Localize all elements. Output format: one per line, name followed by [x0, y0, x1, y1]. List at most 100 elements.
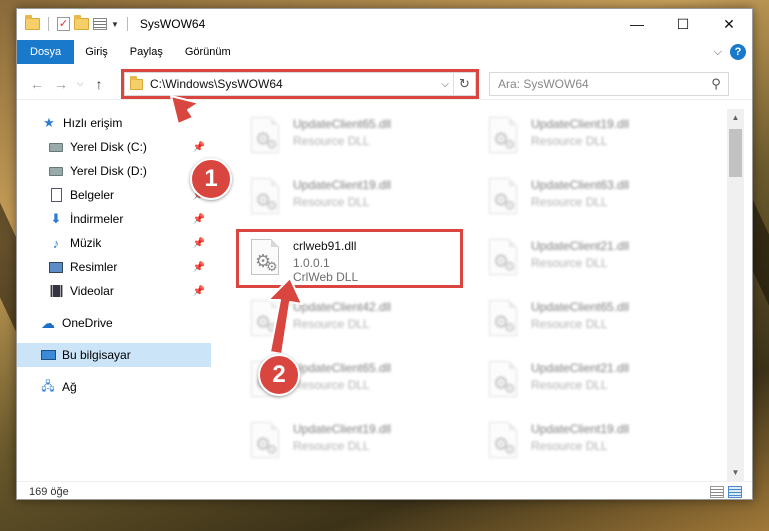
pictures-icon: [48, 260, 64, 274]
file-name: UpdateClient19.dll: [293, 422, 392, 436]
tab-file[interactable]: Dosya: [17, 40, 75, 64]
sidebar-item-downloads[interactable]: ⬇ İndirmeler 📌: [17, 207, 211, 231]
dll-file-icon: ⚙⚙: [247, 422, 283, 464]
ribbon-right: ⌵ ?: [714, 44, 746, 60]
navigation-pane: ★ Hızlı erişim Yerel Disk (C:) 📌 Yerel D…: [17, 109, 211, 469]
tab-share[interactable]: Paylaş: [119, 40, 174, 64]
file-name: UpdateClient21.dll: [531, 361, 630, 375]
file-info: UpdateClient65.dll Resource DLL: [531, 296, 629, 346]
list-view-icon[interactable]: [93, 18, 107, 30]
details-view-icon[interactable]: [710, 486, 724, 498]
file-info: UpdateClient19.dll Resource DLL: [293, 418, 391, 468]
pin-icon[interactable]: 📌: [193, 214, 205, 225]
sidebar-item-label: Yerel Disk (D:): [70, 164, 147, 178]
properties-check-icon[interactable]: ✓: [57, 17, 70, 31]
explorer-window: ✓ ▼ SysWOW64 — ☐ ✕ Dosya Giriş Paylaş Gö…: [16, 8, 753, 500]
file-name: UpdateClient19.dll: [531, 117, 630, 131]
scrollbar-thumb[interactable]: [729, 129, 742, 177]
dll-file-icon: ⚙⚙: [247, 117, 283, 159]
close-button[interactable]: ✕: [706, 9, 752, 39]
dll-file-icon: ⚙⚙: [485, 178, 521, 220]
sidebar-item-documents[interactable]: Belgeler 📌: [17, 183, 211, 207]
tiles-view-icon[interactable]: [728, 486, 742, 498]
sidebar-item-label: Ağ: [62, 380, 77, 394]
file-tile[interactable]: ⚙⚙ UpdateClient65.dll Resource DLL: [247, 113, 477, 163]
file-tile[interactable]: ⚙ ⚙ UpdateClient63.dll Resource DLL: [485, 174, 715, 224]
music-icon: ♪: [52, 235, 60, 251]
pin-icon[interactable]: 📌: [193, 142, 205, 153]
maximize-button[interactable]: ☐: [660, 9, 706, 39]
recent-locations-icon[interactable]: ⌵: [73, 78, 87, 89]
step-2-badge: 2: [258, 354, 300, 396]
sidebar-item-local-disk-d[interactable]: Yerel Disk (D:): [17, 159, 211, 183]
sidebar-item-local-disk-c[interactable]: Yerel Disk (C:) 📌: [17, 135, 211, 159]
file-tile[interactable]: ⚙ ⚙ UpdateClient42.dll Resource DLL: [247, 296, 477, 346]
new-folder-icon[interactable]: [74, 15, 89, 30]
search-input[interactable]: Ara: SysWOW64: [498, 77, 704, 91]
scroll-down-icon[interactable]: ▼: [727, 464, 744, 481]
sidebar-item-label: İndirmeler: [70, 212, 124, 226]
toolbar-divider: [48, 17, 49, 31]
file-tile[interactable]: ⚙ ⚙ UpdateClient21.dll Resource DLL: [485, 235, 715, 285]
file-tile[interactable]: ⚙ ⚙ UpdateClient19.dll Resource DLL: [247, 174, 477, 224]
file-tile[interactable]: ⚙ ⚙ UpdateClient19.dll Resource DLL: [485, 113, 715, 163]
dll-file-icon: ⚙⚙: [247, 178, 283, 220]
status-bar: 169 öğe: [17, 481, 752, 499]
sidebar-item-onedrive[interactable]: ☁ OneDrive: [17, 311, 211, 335]
scroll-up-icon[interactable]: ▲: [727, 109, 744, 126]
folder-icon: [25, 15, 40, 30]
file-name: UpdateClient65.dll: [531, 300, 630, 314]
file-tile[interactable]: ⚙ ⚙ UpdateClient21.dll Resource DLL: [485, 357, 715, 407]
file-tile[interactable]: ⚙ ⚙ UpdateClient19.dll Resource DLL: [485, 418, 715, 468]
sidebar-item-this-pc[interactable]: Bu bilgisayar: [17, 343, 211, 367]
documents-icon: [48, 188, 64, 202]
file-name: UpdateClient63.dll: [531, 178, 630, 192]
sidebar-item-videos[interactable]: Videolar 📌: [17, 279, 211, 303]
ribbon-tabs: Dosya Giriş Paylaş Görünüm ⌵ ?: [17, 40, 752, 64]
videos-icon: [48, 284, 64, 298]
pin-icon[interactable]: 📌: [193, 238, 205, 249]
address-highlight-box: [121, 69, 479, 99]
dll-file-icon: ⚙⚙: [485, 361, 521, 403]
back-arrow-icon[interactable]: ←: [25, 76, 49, 92]
navigation-bar: ← → ⌵ ↑ C:\Windows\SysWOW64 ⌵ ↻ Ara: Sys…: [17, 68, 752, 100]
sidebar-item-network[interactable]: 🖧 Ağ: [17, 375, 211, 399]
expand-ribbon-icon[interactable]: ⌵: [714, 46, 722, 59]
sidebar-item-pictures[interactable]: Resimler 📌: [17, 255, 211, 279]
network-icon: 🖧: [41, 378, 55, 393]
file-info: UpdateClient65.dll Resource DLL: [293, 357, 391, 407]
file-name: UpdateClient42.dll: [293, 300, 392, 314]
dll-file-icon: ⚙⚙: [485, 422, 521, 464]
file-name: UpdateClient65.dll: [293, 361, 392, 375]
forward-arrow-icon[interactable]: →: [49, 76, 73, 92]
pin-icon[interactable]: 📌: [193, 262, 205, 273]
file-description: Resource DLL: [531, 317, 608, 331]
dll-file-icon: ⚙⚙: [485, 239, 521, 281]
pin-icon[interactable]: 📌: [193, 286, 205, 297]
tab-home[interactable]: Giriş: [74, 40, 119, 64]
file-info: UpdateClient19.dll Resource DLL: [531, 418, 629, 468]
up-arrow-icon[interactable]: ↑: [87, 76, 111, 92]
dll-file-icon: ⚙⚙: [247, 300, 283, 342]
file-list: ⚙ ⚙ UpdateClient65.dll Resource DLL ⚙ ⚙ Update…: [227, 109, 727, 469]
computer-icon: [40, 348, 56, 362]
sidebar-item-quick-access[interactable]: ★ Hızlı erişim: [17, 111, 211, 135]
drive-icon: [48, 140, 64, 154]
search-box[interactable]: Ara: SysWOW64 ⚲: [489, 72, 729, 96]
vertical-scrollbar[interactable]: ▲ ▼: [727, 109, 744, 481]
chevron-down-icon[interactable]: ▼: [111, 20, 119, 29]
file-tile[interactable]: ⚙⚙ UpdateClient65.dll Resource DLL: [485, 296, 715, 346]
toolbar-divider: [126, 17, 128, 31]
sidebar-item-music[interactable]: ♪ Müzik 📌: [17, 231, 211, 255]
file-description: Resource DLL: [531, 439, 608, 453]
tab-view[interactable]: Görünüm: [174, 40, 242, 64]
help-icon[interactable]: ?: [730, 44, 746, 60]
search-icon[interactable]: ⚲: [704, 76, 728, 92]
minimize-button[interactable]: —: [614, 9, 660, 39]
file-description: Resource DLL: [293, 378, 370, 392]
file-description: Resource DLL: [293, 439, 370, 453]
file-tile[interactable]: ⚙ ⚙ UpdateClient19.dll Resource DLL: [247, 418, 477, 468]
file-info: UpdateClient19.dll Resource DLL: [293, 174, 391, 224]
file-highlight-box: [236, 229, 463, 288]
file-info: UpdateClient21.dll Resource DLL: [531, 235, 629, 285]
